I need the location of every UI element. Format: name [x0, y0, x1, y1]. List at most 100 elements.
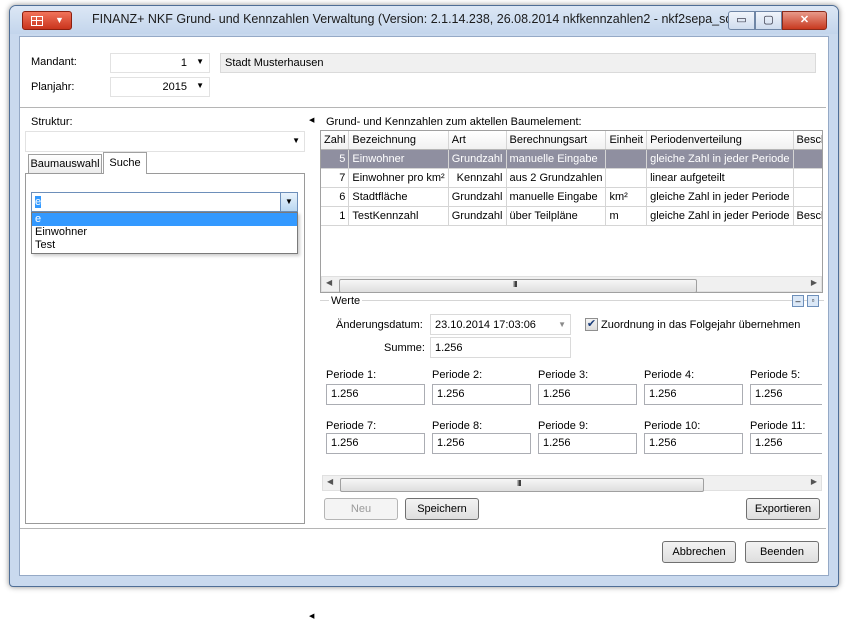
cell-periodenverteilung: gleiche Zahl in jeder Periode [646, 187, 794, 207]
summe-label: Summe: [384, 342, 425, 354]
suggestion-item[interactable]: Einwohner [32, 226, 297, 239]
periode-input[interactable]: 1.256 [750, 384, 822, 405]
restore-icon[interactable]: ▫ [807, 295, 819, 307]
periode-label: Periode 9: [538, 420, 589, 432]
tab-baumauswahl[interactable]: Baumauswahl [28, 154, 102, 173]
periode-input[interactable]: 1.256 [326, 433, 425, 454]
chevron-down-icon: ▼ [558, 320, 566, 329]
search-combo[interactable]: e ▼ [31, 192, 298, 212]
search-suggestions: e Einwohner Test [31, 212, 298, 254]
periode-input[interactable]: 1.256 [644, 384, 743, 405]
column-header[interactable]: Einheit [605, 131, 648, 150]
beenden-button[interactable]: Beenden [745, 541, 819, 563]
periode-value: 1.256 [755, 388, 783, 400]
aenderungsdatum-label: Änderungsdatum: [336, 319, 423, 331]
struktur-select[interactable]: ▼ [25, 131, 305, 152]
table-row[interactable]: 6 Stadtfläche Grundzahl manuelle Eingabe… [321, 187, 822, 207]
cell-bezeichnung: Einwohner pro km² [348, 168, 449, 188]
tab-suche[interactable]: Suche [103, 152, 147, 174]
cell-beschreibung [793, 187, 822, 207]
cell-beschreibung: Beschreibu [793, 206, 822, 226]
app-menu-button[interactable]: ▼ [22, 11, 72, 30]
suggestion-item[interactable]: e [32, 213, 297, 226]
cell-zahl: 1 [321, 206, 350, 226]
column-header[interactable]: Periodenverteilung [646, 131, 794, 150]
periode-input[interactable]: 1.256 [538, 433, 637, 454]
kennzahlen-grid[interactable]: Zahl Bezeichnung Art Berechnungsart Einh… [320, 130, 823, 293]
cell-periodenverteilung: gleiche Zahl in jeder Periode [646, 206, 794, 226]
maximize-button[interactable]: ▢ [755, 11, 782, 30]
collapse-left-icon[interactable]: ◀ [309, 116, 314, 124]
periode-label: Periode 11: [750, 420, 806, 432]
exportieren-button[interactable]: Exportieren [746, 498, 820, 520]
cell-beschreibung [793, 149, 822, 169]
periode-input[interactable]: 1.256 [432, 433, 531, 454]
planjahr-select[interactable]: 2015 ▼ [110, 77, 210, 97]
minimize-button[interactable]: ▭ [728, 11, 755, 30]
cell-zahl: 5 [321, 149, 350, 169]
search-input[interactable]: e [35, 196, 42, 208]
scroll-grip: III [513, 280, 518, 289]
column-header[interactable]: Art [448, 131, 507, 150]
column-header[interactable]: Berechnungsart [506, 131, 607, 150]
werte-legend: Werte [329, 295, 363, 307]
column-header[interactable]: Zahl [321, 131, 350, 150]
collapse-left-icon[interactable]: ◀ [309, 612, 314, 620]
cell-art: Grundzahl [448, 187, 507, 207]
zuordnung-checkbox[interactable]: ✔ [585, 318, 598, 331]
table-row[interactable]: 7 Einwohner pro km² Kennzahl aus 2 Grund… [321, 168, 822, 188]
cell-art: Grundzahl [448, 206, 507, 226]
column-header[interactable]: Beschreib [793, 131, 822, 150]
close-button[interactable]: ✕ [782, 11, 827, 30]
cell-einheit: m [605, 206, 648, 226]
table-row[interactable]: 5 Einwohner Grundzahl manuelle Eingabe g… [321, 149, 822, 169]
table-icon [31, 16, 43, 26]
periode-value: 1.256 [649, 437, 677, 449]
periode-input[interactable]: 1.256 [326, 384, 425, 405]
mandant-select[interactable]: 1 ▼ [110, 53, 210, 73]
chevron-down-icon[interactable]: ▼ [280, 193, 297, 211]
periode-label: Periode 8: [432, 420, 483, 432]
scrollbar-thumb[interactable]: III [339, 279, 697, 292]
window-title: FINANZ+ NKF Grund- und Kennzahlen Verwal… [92, 12, 763, 26]
chevron-down-icon: ▼ [55, 15, 64, 25]
suggestion-item[interactable]: Test [32, 239, 297, 252]
grid-title: Grund- und Kennzahlen zum aktellen Baume… [326, 116, 582, 128]
periode-input[interactable]: 1.256 [644, 433, 743, 454]
splitter[interactable]: ◀ ◀ [308, 112, 316, 620]
cell-bezeichnung: Einwohner [348, 149, 449, 169]
zuordnung-label: Zuordnung in das Folgejahr übernehmen [601, 319, 801, 331]
periode-label: Periode 1: [326, 369, 377, 381]
cell-art: Kennzahl [448, 168, 507, 188]
cell-bezeichnung: TestKennzahl [348, 206, 449, 226]
abbrechen-button[interactable]: Abbrechen [662, 541, 736, 563]
aenderungsdatum-value: 23.10.2014 17:03:06 [435, 319, 536, 331]
cell-periodenverteilung: gleiche Zahl in jeder Periode [646, 149, 794, 169]
periode-value: 1.256 [755, 437, 783, 449]
scroll-left-icon[interactable]: ◀ [326, 278, 332, 287]
cell-einheit [605, 168, 648, 188]
grid-horizontal-scrollbar[interactable]: ◀ III ▶ [321, 276, 822, 292]
periode-value: 1.256 [649, 388, 677, 400]
speichern-button[interactable]: Speichern [405, 498, 479, 520]
column-header[interactable]: Bezeichnung [348, 131, 449, 150]
periode-value: 1.256 [543, 437, 571, 449]
scroll-left-icon[interactable]: ◀ [327, 477, 333, 486]
cell-zahl: 7 [321, 168, 350, 188]
periode-input[interactable]: 1.256 [750, 433, 822, 454]
periode-input[interactable]: 1.256 [538, 384, 637, 405]
neu-button[interactable]: Neu [324, 498, 398, 520]
periode-label: Periode 10: [644, 420, 701, 432]
chevron-down-icon: ▼ [196, 57, 204, 66]
mandant-name: Stadt Musterhausen [225, 57, 324, 69]
divider [20, 528, 826, 529]
table-row[interactable]: 1 TestKennzahl Grundzahl über Teilpläne … [321, 206, 822, 226]
cell-berechnungsart: manuelle Eingabe [506, 149, 607, 169]
scroll-right-icon[interactable]: ▶ [811, 477, 817, 486]
periode-input[interactable]: 1.256 [432, 384, 531, 405]
perioden-horizontal-scrollbar[interactable]: ◀ III ▶ [322, 475, 822, 492]
minimize-icon[interactable]: – [792, 295, 804, 307]
scrollbar-thumb[interactable]: III [340, 478, 704, 492]
scroll-right-icon[interactable]: ▶ [811, 278, 817, 287]
aenderungsdatum-field[interactable]: 23.10.2014 17:03:06 ▼ [430, 314, 571, 335]
